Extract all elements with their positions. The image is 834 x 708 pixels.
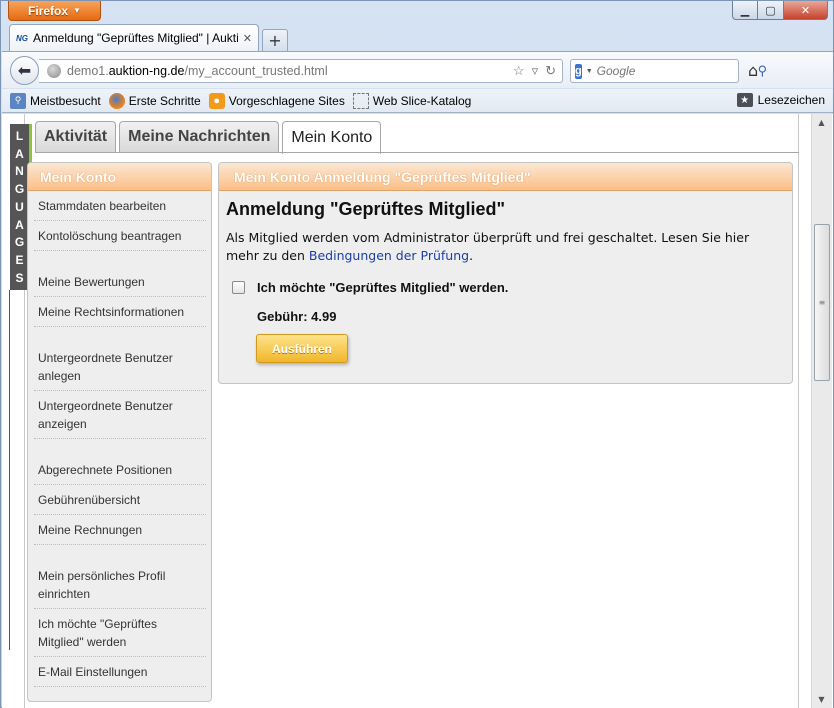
browser-tab-active[interactable]: NG Anmeldung "Geprüftes Mitglied" | Aukt… (9, 24, 259, 51)
tabs-divider (35, 152, 799, 153)
browser-tab-title: Anmeldung "Geprüftes Mitglied" | Aukti… (33, 31, 238, 45)
back-button[interactable]: ⬅ (10, 56, 39, 85)
bookmark-star-icon[interactable]: ☆ (513, 63, 525, 79)
bookmark-web-slice[interactable]: Web Slice-Katalog (352, 92, 471, 109)
languages-rail (9, 290, 10, 650)
account-sidebar: Mein Konto Stammdaten bearbeiten Kontolös… (27, 162, 212, 702)
sidebar-item[interactable]: Meine Rechnungen (34, 515, 206, 545)
search-bar[interactable]: g ▼ ⚲ (570, 59, 767, 83)
search-input[interactable] (596, 64, 754, 78)
site-favicon-icon: NG (16, 33, 28, 43)
bookmark-getting-started[interactable]: Erste Schritte (108, 92, 201, 109)
sidebar-item[interactable]: Mein persönliches Profil einrichten (34, 561, 206, 609)
bookmark-suggested-sites[interactable]: ● Vorgeschlagene Sites (208, 92, 345, 109)
url-text: demo1.auktion-ng.de/my_account_trusted.h… (67, 64, 328, 78)
sidebar-item[interactable]: Untergeordnete Benutzer anlegen (34, 343, 206, 391)
new-tab-button[interactable]: + (262, 29, 288, 51)
sidebar-item[interactable]: Abgerechnete Positionen (34, 455, 206, 485)
page-title: Anmeldung "Geprüftes Mitglied" (226, 199, 506, 219)
url-bar[interactable]: demo1.auktion-ng.de/my_account_trusted.h… (39, 59, 563, 83)
minimize-button[interactable]: ▁ (732, 1, 758, 20)
sidebar-item[interactable]: E-Mail Einstellungen (34, 657, 206, 687)
tab-my-account[interactable]: Mein Konto (282, 121, 382, 154)
sidebar-menu: Stammdaten bearbeiten Kontolöschung beant… (28, 191, 211, 687)
fee-label: Gebühr: 4.99 (257, 309, 337, 324)
main-panel: Mein Konto Anmeldung "Geprüftes Mitglied… (218, 162, 793, 384)
conditions-link[interactable]: Bedingungen der Prüfung (309, 248, 469, 263)
languages-letter: A (15, 217, 24, 232)
sidebar-item[interactable]: Kontolöschung beantragen (34, 221, 206, 251)
browser-window: Firefox ▼ ▁ ▢ ✕ NG Anmeldung "Geprüftes … (0, 0, 834, 708)
sidebar-item[interactable]: Gebührenübersicht (34, 485, 206, 515)
site-identity-icon[interactable] (47, 64, 61, 78)
back-arrow-icon: ⬅ (17, 61, 32, 80)
bookmarks-star-icon: ★ (736, 93, 753, 107)
checkbox-label: Ich möchte "Geprüftes Mitglied" werden. (257, 280, 509, 295)
firefox-icon (108, 92, 125, 109)
tab-strip: NG Anmeldung "Geprüftes Mitglied" | Aukt… (9, 24, 288, 51)
trusted-member-checkbox-row[interactable]: Ich möchte "Geprüftes Mitglied" werden. (232, 280, 792, 295)
trusted-member-checkbox[interactable] (232, 281, 245, 294)
languages-letter: N (15, 164, 24, 179)
page-viewport: LANGUAGES Aktivität Meine Nachrichten Me… (2, 114, 833, 708)
most-visited-icon: ⚲ (10, 92, 26, 109)
url-bar-icons: ☆ ▿ ↻ (513, 63, 556, 79)
vertical-scrollbar[interactable]: ▲ ≡ ▼ (811, 114, 832, 708)
languages-letter: S (15, 271, 24, 285)
google-engine-icon[interactable]: g (575, 63, 582, 79)
search-icon[interactable]: ⚲ (758, 63, 768, 79)
firefox-menu-button[interactable]: Firefox ▼ (8, 1, 101, 21)
languages-letter: G (14, 235, 25, 250)
tab-close-icon[interactable]: ✕ (243, 32, 252, 45)
languages-letter: A (15, 146, 24, 161)
navigation-bar: ⬅ demo1.auktion-ng.de/my_account_trusted… (2, 51, 833, 88)
window-controls: ▁ ▢ ✕ (732, 1, 828, 20)
bookmarks-toolbar: ⚲ Meistbesucht Erste Schritte ● Vorgesch… (2, 89, 833, 113)
bookmarks-menu-button[interactable]: ★ Lesezeichen (736, 93, 825, 107)
sidebar-item[interactable]: Meine Rechtsinformationen (34, 297, 206, 327)
web-slice-icon (352, 92, 369, 109)
sidebar-title: Mein Konto (28, 163, 211, 191)
history-dropdown-icon[interactable]: ▿ (532, 63, 539, 79)
scrollbar-thumb[interactable]: ≡ (814, 224, 830, 381)
scroll-up-icon[interactable]: ▲ (812, 114, 831, 131)
sidebar-item[interactable]: Ich möchte "Geprüftes Mitglied" werden (34, 609, 206, 657)
tab-messages[interactable]: Meine Nachrichten (119, 121, 280, 152)
languages-letter: L (15, 128, 24, 143)
close-window-button[interactable]: ✕ (784, 1, 828, 20)
scroll-down-icon[interactable]: ▼ (812, 691, 831, 708)
chevron-down-icon: ▼ (73, 6, 81, 15)
tab-activity[interactable]: Aktivität (35, 121, 117, 152)
home-button[interactable]: ⌂ (748, 61, 758, 80)
languages-letter: G (14, 182, 25, 197)
page-tabs: Aktivität Meine Nachrichten Mein Konto (35, 121, 382, 154)
reload-icon[interactable]: ↻ (545, 63, 556, 79)
sidebar-item[interactable]: Meine Bewertungen (34, 267, 206, 297)
bookmark-most-visited[interactable]: ⚲ Meistbesucht (10, 92, 101, 109)
languages-letter: U (15, 199, 24, 214)
chevron-down-icon[interactable]: ▼ (586, 68, 593, 75)
bulb-icon: ● (208, 92, 225, 109)
languages-letter: E (15, 253, 24, 268)
maximize-button[interactable]: ▢ (758, 1, 784, 20)
sidebar-item[interactable]: Untergeordnete Benutzer anzeigen (34, 391, 206, 439)
sidebar-item[interactable]: Stammdaten bearbeiten (34, 191, 206, 221)
main-panel-title: Mein Konto Anmeldung "Geprüftes Mitglied… (219, 163, 792, 191)
submit-button[interactable]: Ausführen (256, 334, 348, 363)
firefox-menu-label: Firefox (28, 3, 69, 18)
description-text: Als Mitglied werden vom Administrator üb… (226, 230, 750, 263)
